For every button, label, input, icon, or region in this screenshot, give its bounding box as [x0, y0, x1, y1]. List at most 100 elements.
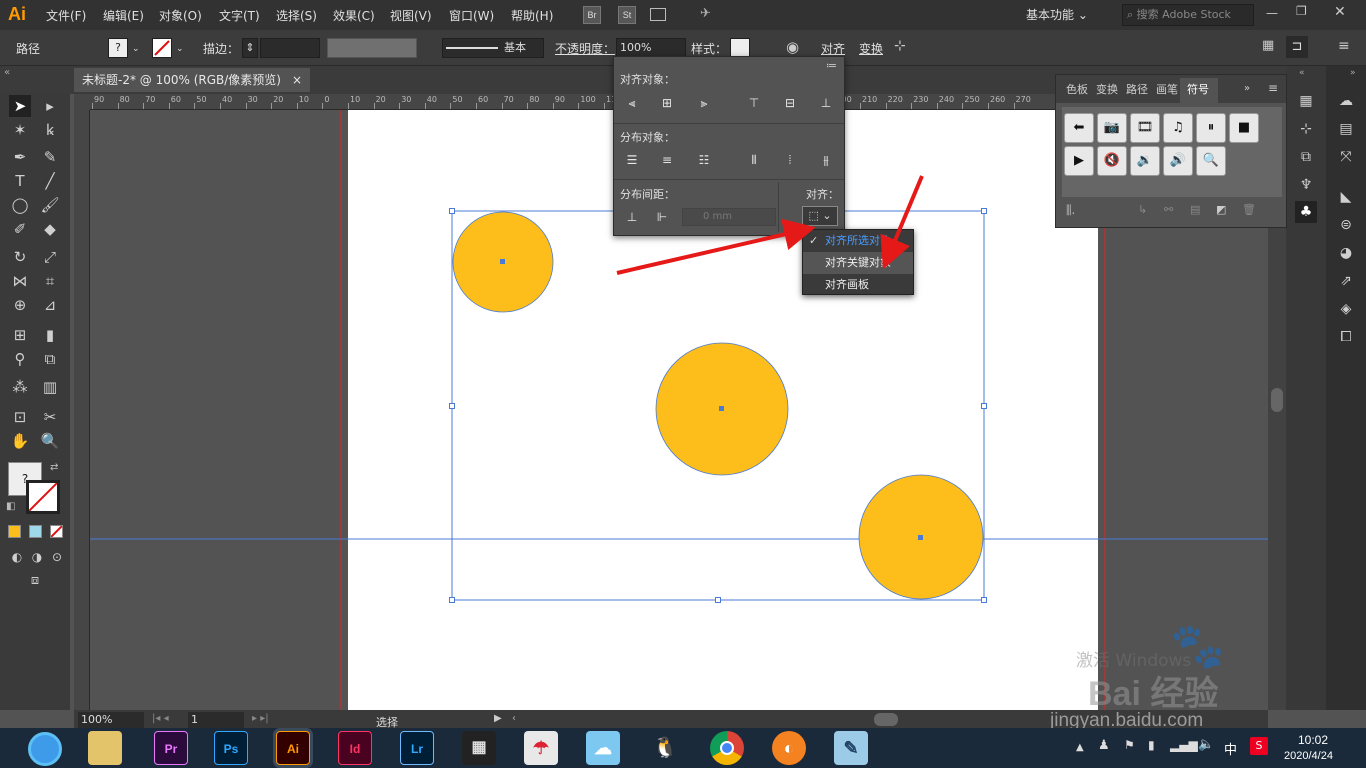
stock-button[interactable]: St — [618, 6, 636, 24]
arrange-documents-icon[interactable] — [650, 8, 666, 21]
ellipse-tool-icon[interactable]: ◯ — [9, 194, 31, 216]
tray-network-icon[interactable]: ▂▄▆ — [1170, 738, 1198, 752]
minimize-icon[interactable]: — — [1266, 6, 1278, 20]
selection-tool-icon[interactable]: ➤ — [9, 95, 31, 117]
qq-icon[interactable]: 🐧 — [648, 731, 682, 765]
color-mode-icon[interactable] — [8, 525, 21, 538]
swap-colors-icon[interactable]: ⇄ — [50, 462, 58, 473]
distribute-left-icon[interactable]: ⫴ — [744, 150, 764, 170]
tray-ime-indicator[interactable]: 中 — [1224, 739, 1237, 758]
mesh-tool-icon[interactable]: ⊞ — [9, 324, 31, 346]
symbol-options-icon[interactable]: ▤ — [1190, 203, 1200, 216]
symbol-libraries-icon[interactable]: ⫼. — [1066, 203, 1075, 218]
gpu-performance-icon[interactable]: ✈ — [700, 6, 711, 21]
tab-brushes[interactable]: 画笔 — [1156, 81, 1178, 97]
camera-icon[interactable]: 📷 — [1097, 113, 1127, 143]
volume-high-icon[interactable]: 🔊 — [1163, 146, 1193, 176]
pathfinder-icon[interactable]: ⧉ — [1295, 146, 1317, 168]
mute-icon[interactable]: 🔇 — [1097, 146, 1127, 176]
more-tabs-icon[interactable]: » — [1244, 83, 1250, 94]
tray-qq-icon[interactable]: ♟ — [1098, 738, 1110, 753]
recolor-artwork-icon[interactable]: ◉ — [786, 38, 799, 56]
artboards-panel-icon[interactable]: ⧠ — [1335, 326, 1357, 348]
menu-item-align-to-selection[interactable]: ✓ 对齐所选对象 — [803, 230, 913, 252]
menu-window[interactable]: 窗口(W) — [449, 7, 494, 24]
arrange-icon[interactable]: ▦ — [1262, 38, 1274, 53]
break-link-icon[interactable]: ⚯ — [1164, 203, 1173, 216]
workspace-switcher[interactable]: 基本功能 ⌄ — [1026, 5, 1108, 25]
menu-view[interactable]: 视图(V) — [390, 7, 432, 24]
scale-tool-icon[interactable]: ⤢ — [39, 246, 61, 268]
paintbrush-tool-icon[interactable]: 🖌 — [39, 194, 61, 216]
media-player-icon[interactable]: ◐ — [772, 731, 806, 765]
gradient-mode-icon[interactable] — [29, 525, 42, 538]
slice-tool-icon[interactable]: ✂ — [39, 406, 61, 428]
start-orb-icon[interactable] — [28, 732, 62, 766]
chevron-down-icon[interactable]: ⌄ — [176, 44, 184, 54]
distribute-bottom-icon[interactable]: ☷ — [694, 150, 714, 170]
perspective-grid-tool-icon[interactable]: ⊿ — [39, 294, 61, 316]
fill-swatch[interactable]: ? — [108, 38, 128, 58]
collapse-toolbar-icon[interactable]: « — [4, 67, 10, 78]
free-transform-tool-icon[interactable]: ⌗ — [39, 270, 61, 292]
back-arrow-icon[interactable]: ⬅ — [1064, 113, 1094, 143]
stroke-weight-input[interactable] — [260, 38, 320, 58]
stock-search-input[interactable]: ⌕ 搜索 Adobe Stock — [1122, 4, 1254, 26]
zoom-select[interactable]: 100% — [78, 712, 144, 728]
draw-normal-icon[interactable]: ◐ — [6, 546, 28, 568]
illustrator-icon[interactable]: Ai — [276, 731, 310, 765]
brushes-icon[interactable]: ♆ — [1295, 174, 1317, 196]
align-right-icon[interactable]: ⫸ — [694, 93, 714, 113]
scroll-thumb[interactable] — [1271, 388, 1283, 412]
zoom-icon[interactable]: 🔍 — [1196, 146, 1226, 176]
umbrella-app-icon[interactable]: ☂ — [524, 731, 558, 765]
magic-wand-tool-icon[interactable]: ✶ — [9, 119, 31, 141]
spacing-value-input[interactable]: 0 mm — [682, 208, 776, 226]
color-guide-icon[interactable]: ▦ — [1295, 90, 1317, 112]
menu-effect[interactable]: 效果(C) — [333, 7, 375, 24]
align-vertical-center-icon[interactable]: ⊟ — [780, 93, 800, 113]
draw-inside-icon[interactable]: ⊙ — [46, 546, 68, 568]
align-bottom-icon[interactable]: ⊥ — [816, 93, 836, 113]
pen-tool-icon[interactable]: ✒ — [9, 146, 31, 168]
eraser-tool-icon[interactable]: ◆ — [39, 218, 61, 240]
menu-type[interactable]: 文字(T) — [219, 7, 260, 24]
stroke-swatch[interactable] — [152, 38, 172, 58]
tab-transform[interactable]: 变换 — [1096, 81, 1118, 97]
menu-file[interactable]: 文件(F) — [46, 7, 86, 24]
distribute-top-icon[interactable]: ☰ — [622, 150, 642, 170]
creative-cloud-libraries-icon[interactable]: ☁ — [1335, 90, 1357, 112]
tray-time[interactable]: 10:02 — [1298, 733, 1328, 747]
distribute-vertical-center-icon[interactable]: ≡ — [657, 150, 677, 170]
zoom-tool-icon[interactable]: 🔍 — [39, 430, 61, 452]
menu-select[interactable]: 选择(S) — [276, 7, 317, 24]
chrome-icon[interactable] — [710, 731, 744, 765]
shape-builder-tool-icon[interactable]: ⊕ — [9, 294, 31, 316]
stroke-color-swatch[interactable] — [26, 480, 60, 514]
image-trace-icon[interactable]: ⤧ — [1335, 146, 1357, 168]
style-swatch[interactable] — [730, 38, 750, 58]
hand-tool-icon[interactable]: ✋ — [9, 430, 31, 452]
menu-item-align-to-key-object[interactable]: 对齐关键对象 — [803, 252, 913, 274]
tray-sogou-icon[interactable]: S — [1250, 737, 1268, 755]
tray-flag-icon[interactable]: ⚑ — [1124, 738, 1135, 752]
tray-expand-icon[interactable]: ▲ — [1076, 742, 1084, 753]
isolate-icon[interactable]: ⊹ — [894, 38, 906, 54]
chevron-down-icon[interactable]: ⌄ — [132, 44, 140, 54]
tray-volume-icon[interactable]: 🔈 — [1198, 737, 1214, 752]
collapse-dock-icon[interactable]: » — [1350, 68, 1356, 78]
bridge-button[interactable]: Br — [583, 6, 601, 24]
menu-item-align-to-artboard[interactable]: 对齐画板 — [803, 274, 913, 296]
align-horizontal-center-icon[interactable]: ⊞ — [657, 93, 677, 113]
restore-icon[interactable]: ❐ — [1296, 4, 1307, 18]
direct-selection-tool-icon[interactable]: ▸ — [39, 95, 61, 117]
curvature-tool-icon[interactable]: ✎ — [39, 146, 61, 168]
horizontal-scroll-thumb[interactable] — [874, 713, 898, 726]
menu-object[interactable]: 对象(O) — [159, 7, 202, 24]
last-artboard-icon[interactable]: ▸ ▸| — [252, 713, 269, 724]
tab-swatches[interactable]: 色板 — [1066, 81, 1088, 97]
gradient-tool-icon[interactable]: ▮ — [39, 324, 61, 346]
film-icon[interactable]: 🎞 — [1130, 113, 1160, 143]
column-graph-tool-icon[interactable]: ▥ — [39, 376, 61, 398]
status-menu-icon[interactable]: ▶ — [494, 713, 502, 724]
